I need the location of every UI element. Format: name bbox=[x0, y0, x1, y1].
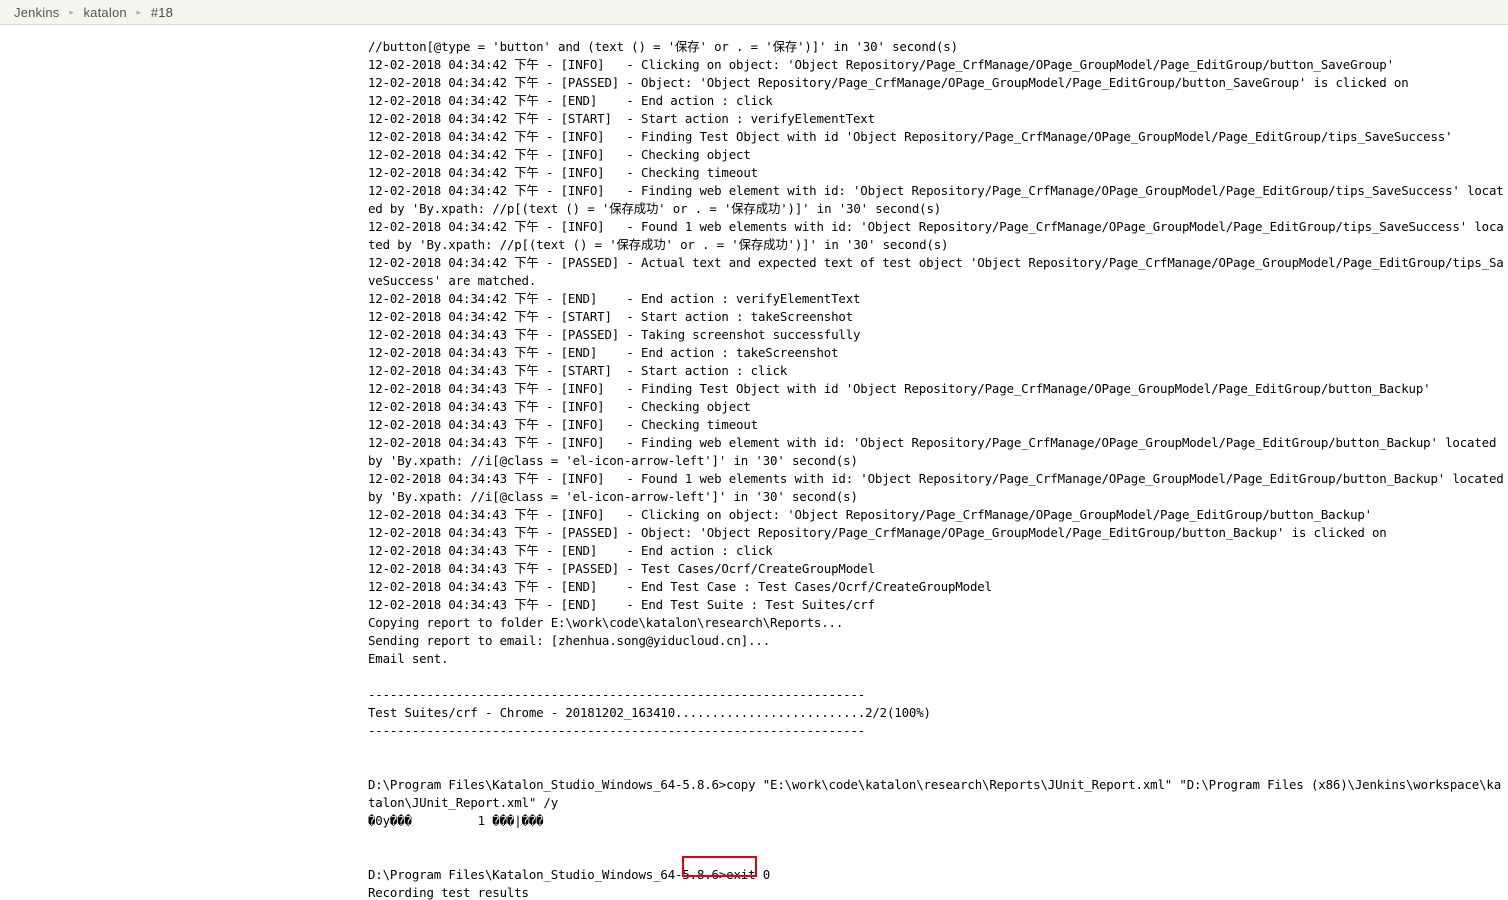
breadcrumb: Jenkins ▸ katalon ▸ #18 bbox=[0, 0, 1508, 25]
console-output-panel[interactable]: //button[@type = 'button' and (text () =… bbox=[0, 25, 1508, 900]
console-log-text: //button[@type = 'button' and (text () =… bbox=[368, 39, 1504, 900]
breadcrumb-item-jenkins[interactable]: Jenkins bbox=[14, 5, 59, 20]
breadcrumb-item-katalon[interactable]: katalon bbox=[83, 5, 126, 20]
breadcrumb-separator-icon: ▸ bbox=[69, 6, 74, 17]
breadcrumb-separator-icon: ▸ bbox=[136, 6, 142, 17]
breadcrumb-item-build[interactable]: #18 bbox=[151, 5, 173, 20]
